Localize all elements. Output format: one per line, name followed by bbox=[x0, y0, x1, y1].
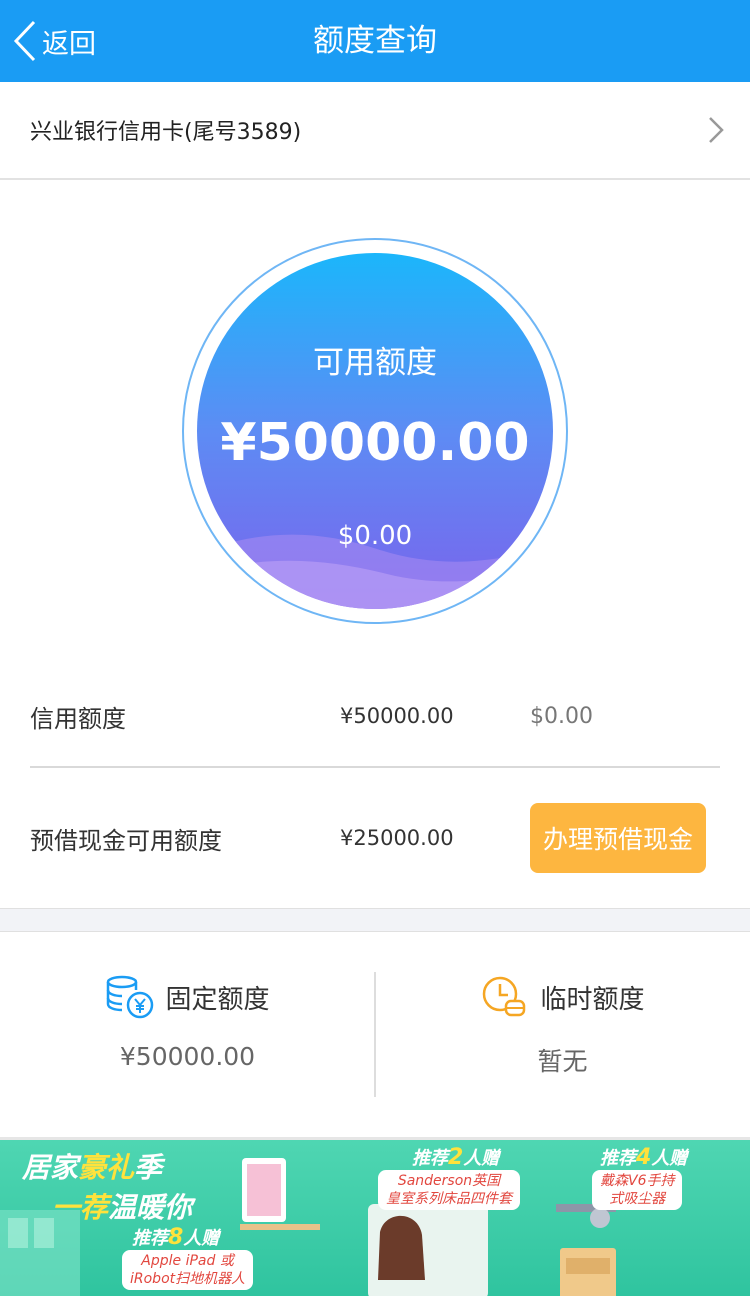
page-title: 额度查询 bbox=[313, 23, 437, 59]
cash-advance-row: 预借现金可用额度 ¥25000.00 办理预借现金 bbox=[30, 800, 720, 876]
banner-prize8: Apple iPad 或 iRobot扫地机器人 bbox=[122, 1250, 254, 1290]
fixed-quota-value: ¥50000.00 bbox=[119, 1042, 256, 1071]
chevron-right-icon bbox=[709, 117, 724, 143]
credit-limit-label: 信用额度 bbox=[30, 704, 126, 733]
banner-title-line2: 一荐温暖你 bbox=[52, 1191, 193, 1224]
temporary-quota-label: 临时额度 bbox=[540, 984, 645, 1015]
fixed-quota-panel[interactable]: 固定额度 ¥50000.00 bbox=[0, 932, 375, 1137]
apply-cash-advance-button[interactable]: 办理预借现金 bbox=[530, 803, 706, 873]
available-credit-circle: 可用额度 ¥50000.00 $0.00 bbox=[197, 253, 553, 609]
credit-limit-usd: $0.00 bbox=[530, 703, 593, 729]
cash-advance-label: 预借现金可用额度 bbox=[30, 826, 222, 855]
available-credit-usd: $0.00 bbox=[337, 521, 413, 551]
credit-limit-cny: ¥50000.00 bbox=[340, 704, 454, 728]
banner-rec4: 推荐4人赠 bbox=[600, 1145, 688, 1170]
promo-banner[interactable]: 居家豪礼季 一荐温暖你 推荐8人赠 Apple iPad 或 iRobot扫地机器… bbox=[0, 1137, 750, 1296]
clock-coin-icon bbox=[483, 976, 526, 1017]
temporary-quota-value: 暂无 bbox=[537, 1047, 588, 1076]
fixed-quota-label: 固定额度 bbox=[165, 984, 270, 1015]
banner-title-line1: 居家豪礼季 bbox=[22, 1151, 163, 1184]
temporary-quota-panel[interactable]: 临时额度 暂无 bbox=[375, 932, 750, 1137]
section-gap bbox=[0, 908, 750, 932]
banner-prize4: 戴森V6手持 式吸尘器 bbox=[592, 1170, 683, 1210]
banner-rec2: 推荐2人赠 bbox=[412, 1145, 500, 1170]
available-credit-label: 可用额度 bbox=[313, 345, 437, 381]
nav-bar: 返回 额度查询 bbox=[0, 0, 750, 82]
row-divider bbox=[30, 766, 720, 768]
available-credit-ring: 可用额度 ¥50000.00 $0.00 bbox=[182, 238, 568, 624]
banner-rec8: 推荐8人赠 bbox=[132, 1225, 220, 1250]
credit-limit-row: 信用额度 ¥50000.00 $0.00 bbox=[30, 676, 720, 756]
card-name: 兴业银行信用卡(尾号3589) bbox=[30, 120, 302, 145]
coins-yen-icon bbox=[107, 975, 154, 1019]
cash-advance-cny: ¥25000.00 bbox=[340, 826, 454, 850]
card-selector[interactable]: 兴业银行信用卡(尾号3589) bbox=[0, 82, 750, 180]
available-credit-amount: ¥50000.00 bbox=[220, 413, 530, 473]
banner-prize2: Sanderson英国 皇室系列床品四件套 bbox=[378, 1170, 520, 1210]
